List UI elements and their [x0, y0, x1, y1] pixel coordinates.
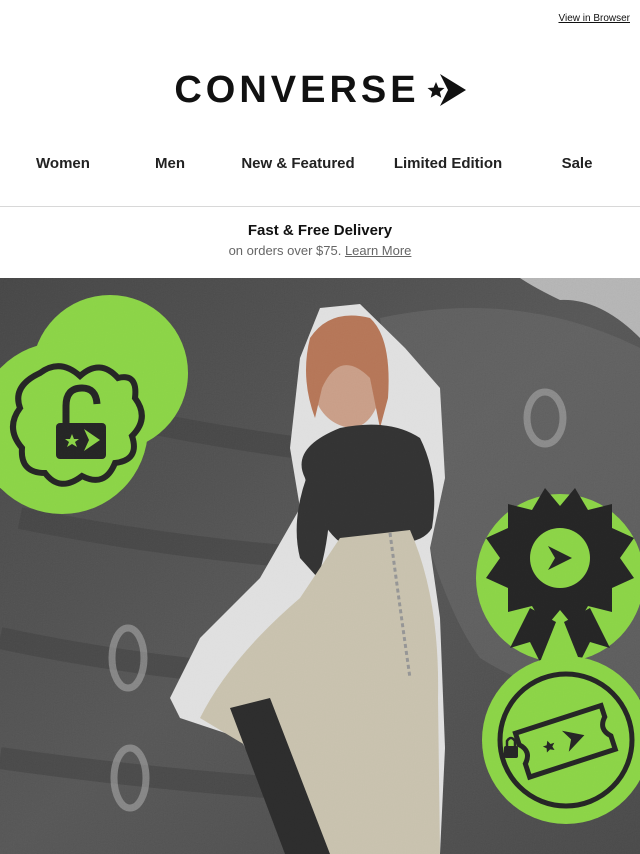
hero-image[interactable] — [0, 278, 640, 854]
main-nav: Women Men New & Featured Limited Edition… — [0, 144, 640, 184]
promo-title: Fast & Free Delivery — [247, 222, 393, 239]
promo-subtitle: on orders over $75. Learn More — [0, 243, 640, 258]
converse-logo[interactable]: CONVERSE — [174, 69, 466, 111]
top-bar: View in Browser — [0, 0, 640, 40]
nav-divider — [0, 206, 640, 207]
logo-container: CONVERSE — [0, 68, 640, 112]
star-chevron-icon — [427, 74, 466, 106]
learn-more-link[interactable]: Learn More — [345, 243, 411, 258]
nav-sale[interactable]: Sale — [562, 155, 593, 172]
nav-women[interactable]: Women — [36, 155, 90, 172]
nav-new-featured[interactable]: New & Featured — [241, 155, 354, 172]
brand-wordmark: CONVERSE — [174, 69, 420, 111]
nav-limited-edition[interactable]: Limited Edition — [394, 155, 502, 172]
view-in-browser-link[interactable]: View in Browser — [558, 13, 630, 24]
hero-collage — [0, 278, 640, 854]
promo-text: on orders over $75. — [228, 243, 342, 258]
nav-men[interactable]: Men — [155, 155, 185, 172]
promo-banner: Fast & Free Delivery on orders over $75.… — [0, 222, 640, 258]
